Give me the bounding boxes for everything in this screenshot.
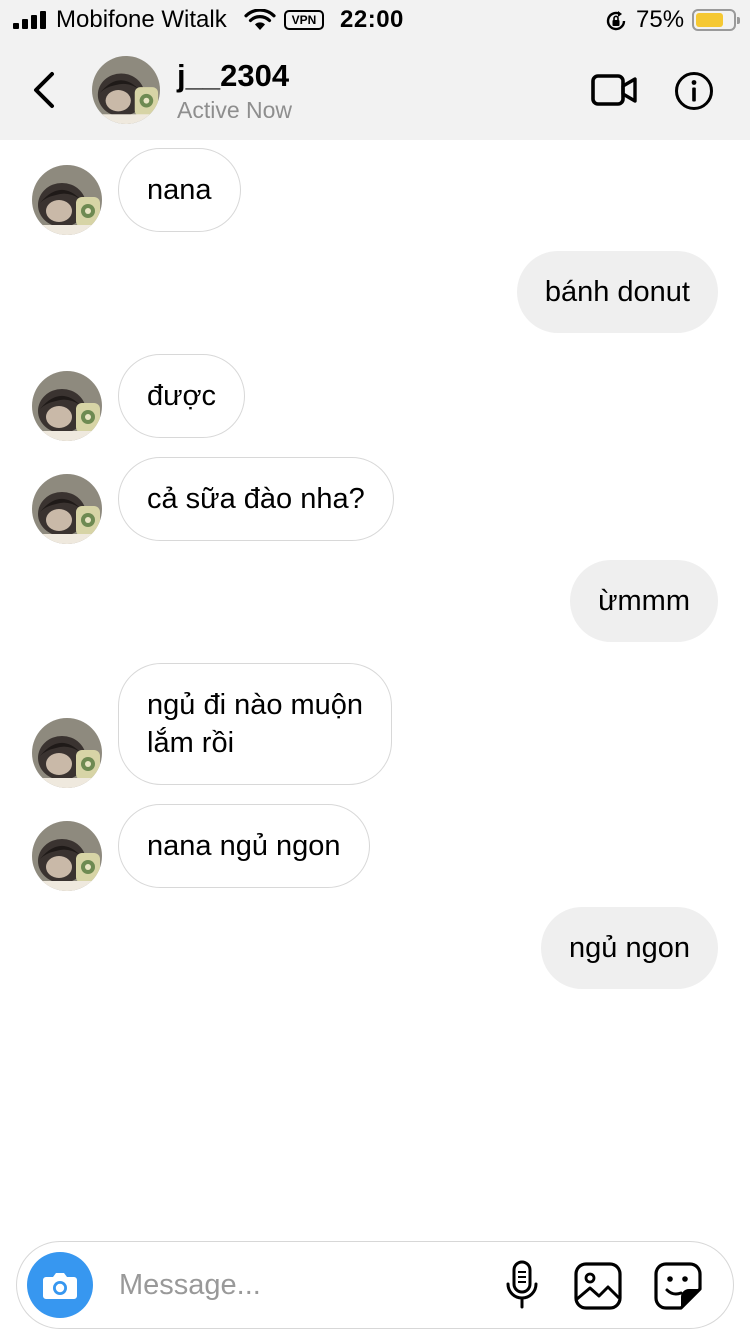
sender-avatar[interactable] — [32, 474, 102, 544]
message-thread[interactable]: nana bánh donut được cả sữa đào nha? ừmm… — [0, 140, 750, 1230]
avatar-photo — [92, 56, 160, 124]
message-text: ngủ ngon — [569, 932, 690, 964]
header-avatar[interactable] — [92, 56, 160, 124]
avatar-photo — [32, 821, 102, 891]
avatar-photo — [32, 165, 102, 235]
incoming-message-bubble[interactable]: ngủ đi nào muộn lắm rồi — [118, 663, 393, 785]
battery-fill — [696, 13, 723, 27]
carrier-name: Mobifone Witalk — [56, 6, 227, 33]
outgoing-message-bubble[interactable]: ngủ ngon — [541, 907, 718, 989]
outgoing-message-bubble[interactable]: bánh donut — [516, 251, 718, 333]
microphone-icon[interactable] — [504, 1260, 540, 1312]
message-text: nana — [147, 174, 212, 206]
sender-avatar[interactable] — [32, 821, 102, 891]
message-input[interactable] — [119, 1264, 469, 1306]
message-text: được — [147, 380, 217, 412]
incoming-message-bubble[interactable]: cả sữa đào nha? — [118, 457, 394, 541]
sender-avatar[interactable] — [32, 165, 102, 235]
chat-username[interactable]: j__2304 — [177, 58, 289, 94]
avatar-photo — [32, 371, 102, 441]
battery-nub — [737, 17, 740, 24]
message-text-line: lắm rồi — [147, 727, 235, 759]
activity-status: Active Now — [177, 97, 293, 123]
rotation-lock-icon — [606, 11, 626, 31]
incoming-message-bubble[interactable]: nana ngủ ngon — [118, 804, 370, 888]
camera-button[interactable] — [27, 1252, 93, 1318]
avatar-photo — [32, 718, 102, 788]
incoming-message-bubble[interactable]: nana — [118, 148, 241, 232]
signal-icon — [13, 11, 46, 29]
status-time: 22:00 — [340, 6, 404, 33]
back-chevron-icon[interactable] — [28, 70, 62, 110]
message-text: nana ngủ ngon — [147, 830, 341, 862]
status-bar: Mobifone Witalk VPN 22:00 75% — [0, 0, 750, 40]
sticker-icon[interactable] — [653, 1261, 703, 1311]
sender-avatar[interactable] — [32, 371, 102, 441]
message-text: bánh donut — [544, 276, 690, 308]
avatar-photo — [32, 474, 102, 544]
message-text-line: ngủ đi nào muộn — [147, 689, 364, 721]
message-text: cả sữa đào nha? — [147, 483, 365, 515]
message-composer — [16, 1241, 734, 1329]
chat-header: j__2304 Active Now — [0, 40, 750, 140]
battery-percent: 75% — [636, 6, 685, 33]
video-call-icon[interactable] — [590, 70, 638, 110]
wifi-icon — [244, 9, 276, 30]
camera-icon — [43, 1273, 77, 1299]
outgoing-message-bubble[interactable]: ừmmm — [570, 560, 718, 642]
vpn-badge: VPN — [284, 10, 324, 30]
sender-avatar[interactable] — [32, 718, 102, 788]
info-icon[interactable] — [674, 71, 714, 111]
incoming-message-bubble[interactable]: được — [118, 354, 246, 438]
gallery-icon[interactable] — [573, 1261, 623, 1311]
message-text: ừmmm — [598, 585, 690, 617]
battery-icon — [692, 9, 740, 31]
